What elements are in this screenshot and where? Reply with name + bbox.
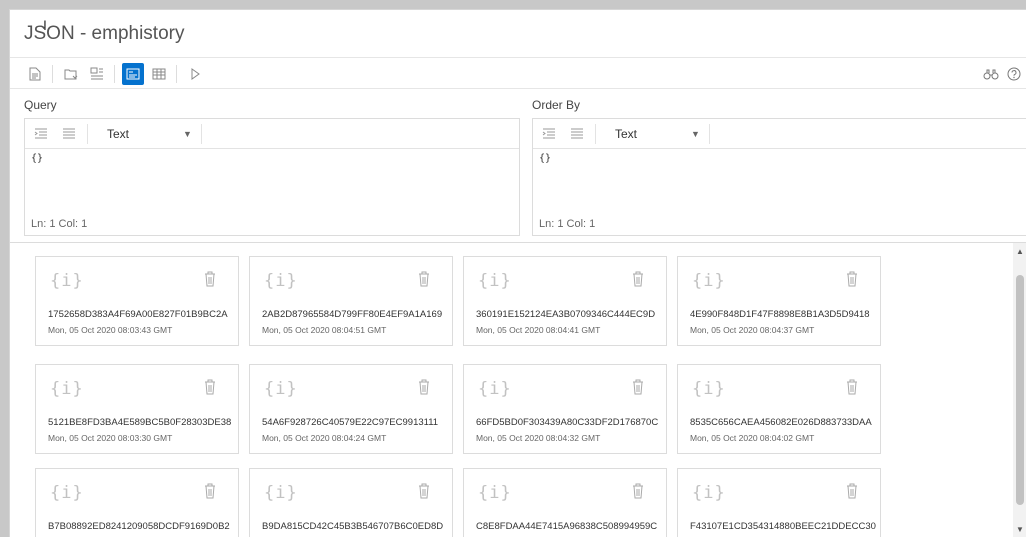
chevron-down-icon: ▼: [691, 129, 700, 139]
document-card[interactable]: {i} 8535C656CAEA456082E026D883733DAA Mon, …: [677, 364, 881, 454]
order-by-label: Order By: [532, 98, 581, 112]
trash-icon[interactable]: [632, 379, 644, 395]
json-document-icon: {i}: [264, 379, 298, 399]
trash-icon[interactable]: [204, 379, 216, 395]
order-by-cursor-status: Ln: 1 Col: 1: [539, 218, 596, 230]
query-format-select[interactable]: Text: [107, 124, 129, 144]
trash-icon[interactable]: [846, 483, 858, 499]
order-by-format-select[interactable]: Text: [615, 124, 637, 144]
document-date: Mon, 05 Oct 2020 08:04:41 GMT: [476, 325, 601, 335]
trash-icon[interactable]: [632, 483, 644, 499]
json-document-icon: {i}: [692, 271, 726, 291]
trash-icon[interactable]: [204, 483, 216, 499]
query-editor-toolbar: Text ▼: [25, 119, 519, 149]
trash-icon[interactable]: [846, 271, 858, 287]
document-card[interactable]: {i} 4E990F848D1F47F8898E8B1A3D5D9418 Mon, …: [677, 256, 881, 346]
format-lines-icon[interactable]: [61, 126, 77, 142]
trash-icon[interactable]: [204, 271, 216, 287]
document-id: 8535C656CAEA456082E026D883733DAA: [690, 417, 872, 428]
query-editor[interactable]: Text ▼ {} Ln: 1 Col: 1: [24, 118, 520, 236]
document-card[interactable]: {i} 1752658D383A4F69A00E827F01B9BC2A Mon, …: [35, 256, 239, 346]
document-icon[interactable]: [24, 63, 46, 85]
page-title: JSON - emphistory: [24, 23, 185, 44]
trash-icon[interactable]: [846, 379, 858, 395]
document-id: 360191E152124EA3B0709346C444EC9D: [476, 309, 656, 320]
json-document-icon: {i}: [478, 379, 512, 399]
json-document-icon: {i}: [50, 483, 84, 503]
json-document-icon: {i}: [50, 271, 84, 291]
query-text[interactable]: {}: [31, 153, 43, 164]
document-id: 2AB2D87965584D799FF80E4EF9A1A169: [262, 309, 443, 320]
document-card[interactable]: {i} 5121BE8FD3BA4E589BC5B0F28303DE38 Mon, …: [35, 364, 239, 454]
indent-icon[interactable]: [541, 126, 557, 142]
json-document-icon: {i}: [692, 379, 726, 399]
vertical-scrollbar[interactable]: ▲ ▼: [1013, 243, 1026, 537]
text-cursor-icon: I: [43, 17, 47, 33]
query-label: Query: [24, 98, 57, 112]
main-toolbar: [10, 57, 1026, 89]
help-icon[interactable]: [1003, 63, 1025, 85]
json-document-icon: {i}: [478, 483, 512, 503]
indent-icon[interactable]: [33, 126, 49, 142]
document-date: Mon, 05 Oct 2020 08:03:30 GMT: [48, 433, 173, 443]
document-card[interactable]: {i} F43107E1CD354314880BEEC21DDECC30: [677, 468, 881, 537]
document-id: 5121BE8FD3BA4E589BC5B0F28303DE38: [48, 417, 232, 428]
document-id: C8E8FDAA44E7415A96838C508994959C: [476, 521, 658, 532]
scroll-up-icon[interactable]: ▲: [1016, 247, 1024, 256]
document-card[interactable]: {i} 66FD5BD0F303439A80C33DF2D176870C Mon, …: [463, 364, 667, 454]
document-date: Mon, 05 Oct 2020 08:04:37 GMT: [690, 325, 815, 335]
binoculars-icon[interactable]: [980, 63, 1002, 85]
chevron-down-icon: ▼: [183, 129, 192, 139]
document-card[interactable]: {i} 54A6F928726C40579E22C97EC9913111 Mon, …: [249, 364, 453, 454]
order-by-editor[interactable]: Text ▼ {} Ln: 1 Col: 1: [532, 118, 1026, 236]
document-date: Mon, 05 Oct 2020 08:04:51 GMT: [262, 325, 387, 335]
document-id: 54A6F928726C40579E22C97EC9913111: [262, 417, 439, 428]
query-cursor-status: Ln: 1 Col: 1: [31, 218, 88, 230]
trash-icon[interactable]: [418, 271, 430, 287]
table-view-icon[interactable]: [148, 63, 170, 85]
document-id: B9DA815CD42C45B3B546707B6C0ED8D: [262, 521, 444, 532]
document-grid: {i} 1752658D383A4F69A00E827F01B9BC2A Mon, …: [10, 242, 1026, 537]
document-card[interactable]: {i} B9DA815CD42C45B3B546707B6C0ED8D: [249, 468, 453, 537]
document-id: 1752658D383A4F69A00E827F01B9BC2A: [48, 309, 228, 320]
document-card[interactable]: {i} 2AB2D87965584D799FF80E4EF9A1A169 Mon, …: [249, 256, 453, 346]
open-folder-icon[interactable]: [60, 63, 82, 85]
document-date: Mon, 05 Oct 2020 08:04:32 GMT: [476, 433, 601, 443]
card-view-icon[interactable]: [122, 63, 144, 85]
json-document-icon: {i}: [692, 483, 726, 503]
order-by-text[interactable]: {}: [539, 153, 551, 164]
trash-icon[interactable]: [418, 483, 430, 499]
document-card[interactable]: {i} 360191E152124EA3B0709346C444EC9D Mon, …: [463, 256, 667, 346]
json-document-icon: {i}: [50, 379, 84, 399]
format-lines-icon[interactable]: [569, 126, 585, 142]
document-id: F43107E1CD354314880BEEC21DDECC30: [690, 521, 876, 532]
json-collection-panel: JSON - emphistory I Query Text ▼ {} Ln: …: [9, 9, 1026, 537]
document-date: Mon, 05 Oct 2020 08:03:43 GMT: [48, 325, 173, 335]
document-id: 66FD5BD0F303439A80C33DF2D176870C: [476, 417, 659, 428]
json-document-icon: {i}: [264, 271, 298, 291]
trash-icon[interactable]: [418, 379, 430, 395]
json-document-icon: {i}: [478, 271, 512, 291]
scroll-down-icon[interactable]: ▼: [1016, 525, 1024, 534]
document-id: 4E990F848D1F47F8898E8B1A3D5D9418: [690, 309, 870, 320]
qbe-icon[interactable]: [86, 63, 108, 85]
document-date: Mon, 05 Oct 2020 08:04:24 GMT: [262, 433, 387, 443]
order-by-editor-toolbar: Text ▼: [533, 119, 1026, 149]
document-card[interactable]: {i} C8E8FDAA44E7415A96838C508994959C: [463, 468, 667, 537]
json-document-icon: {i}: [264, 483, 298, 503]
document-card[interactable]: {i} B7B08892ED8241209058DCDF9169D0B2: [35, 468, 239, 537]
document-date: Mon, 05 Oct 2020 08:04:02 GMT: [690, 433, 815, 443]
scrollbar-thumb[interactable]: [1016, 275, 1024, 505]
document-id: B7B08892ED8241209058DCDF9169D0B2: [48, 521, 230, 532]
run-icon[interactable]: [184, 63, 206, 85]
trash-icon[interactable]: [632, 271, 644, 287]
